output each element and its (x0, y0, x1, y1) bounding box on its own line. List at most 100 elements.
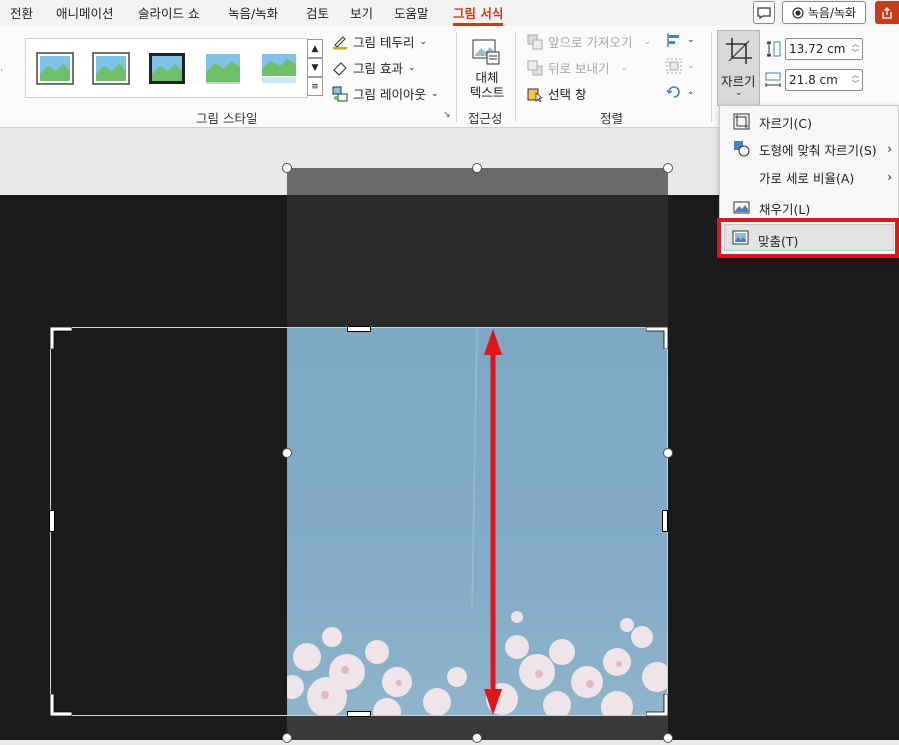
crop-icon (733, 113, 750, 130)
annotation-highlight-box (717, 218, 899, 258)
resize-handle-top-right[interactable] (663, 163, 673, 173)
menu-item-fill-label: 채우기(L) (759, 201, 811, 217)
picture-style-4[interactable] (204, 52, 242, 85)
crop-edge-handle-top[interactable] (347, 326, 371, 332)
crop-corner-handle-top-left[interactable] (50, 327, 72, 349)
record-icon (792, 6, 804, 19)
resize-handle-bottom-left[interactable] (282, 733, 292, 743)
tab-help[interactable]: 도움말 (394, 3, 429, 23)
menu-item-aspect-ratio[interactable]: 가로 세로 비율(A) › (721, 164, 898, 190)
pen-icon (333, 35, 347, 49)
menu-item-aspect-ratio-label: 가로 세로 비율(A) (759, 170, 855, 186)
chevron-down-icon: ⌄ (430, 88, 439, 99)
crop-corner-handle-bottom-right[interactable] (646, 694, 668, 716)
menu-item-crop[interactable]: 자르기(C) (721, 109, 898, 135)
selection-pane-button[interactable]: 선택 창 (527, 84, 586, 103)
tab-picture-format[interactable]: 그림 서식 (453, 3, 504, 26)
gallery-more[interactable]: ≡ (307, 77, 323, 96)
resize-handle-top-left[interactable] (282, 163, 292, 173)
arrange-group-label: 정렬 (600, 111, 624, 126)
tab-transitions[interactable]: 전환 (10, 3, 33, 23)
send-backward-button[interactable]: 뒤로 보내기 ⌄ (527, 58, 628, 77)
group-objects-button[interactable]: ⌄ (666, 58, 695, 74)
picture-layout-label: 그림 레이아웃 (353, 87, 426, 102)
accessibility-group-label: 접근성 (468, 111, 503, 126)
comment-button[interactable] (753, 1, 775, 24)
send-backward-label: 뒤로 보내기 (548, 61, 610, 76)
chevron-down-icon: ⌄ (687, 35, 695, 45)
picture-style-2[interactable] (92, 52, 130, 85)
share-button[interactable] (875, 1, 899, 24)
chevron-down-icon: ⌄ (687, 87, 695, 97)
menu-item-crop-label: 자르기(C) (759, 115, 812, 131)
height-spinner[interactable]: ︿ ﹀ (852, 40, 859, 58)
width-icon (765, 72, 781, 87)
tab-recording[interactable]: 녹음/녹화 (228, 3, 278, 23)
height-field[interactable]: 13.72 cm ︿ ﹀ (785, 38, 863, 60)
align-icon (667, 33, 679, 47)
alt-text-button[interactable]: 대체 텍스트 (462, 34, 512, 104)
effects-icon (333, 61, 347, 76)
bring-forward-button[interactable]: 앞으로 가져오기 ⌄ (527, 32, 651, 51)
chevron-down-icon: ⌄ (419, 36, 428, 47)
crop-edge-handle-left[interactable] (49, 510, 55, 532)
selection-pane-label: 선택 창 (548, 87, 587, 102)
dialog-launcher-icon[interactable]: ↘ (443, 110, 451, 120)
resize-handle-bottom[interactable] (472, 733, 482, 743)
group-separator (711, 32, 712, 122)
crop-edge-handle-bottom[interactable] (347, 711, 371, 717)
menu-item-crop-to-shape[interactable]: 도형에 맞춰 자르기(S) › (721, 136, 898, 162)
chevron-down-icon: ⌄ (620, 62, 629, 73)
gallery-scroll-down[interactable]: ▼ (307, 58, 323, 77)
rotate-button[interactable]: ⌄ (666, 84, 695, 100)
ribbon-left-scroll[interactable]: · (0, 66, 6, 86)
resize-handle-right[interactable] (663, 448, 673, 458)
app-window: { "tabs": [ {"label": "전환"}, {"label": "… (0, 0, 899, 745)
width-field[interactable]: 21.8 cm ︿ ﹀ (785, 69, 863, 91)
crop-corner-handle-bottom-left[interactable] (50, 694, 72, 716)
crop-icon (726, 38, 752, 64)
chevron-down-icon: ⌄ (687, 61, 695, 71)
picture-layout-button[interactable]: 그림 레이아웃 ⌄ (332, 84, 439, 103)
share-icon (882, 6, 892, 19)
tab-slideshow[interactable]: 슬라이드 쇼 (138, 3, 199, 23)
group-separator (456, 32, 457, 122)
crop-to-shape-icon (734, 141, 750, 157)
bring-forward-icon (527, 34, 543, 49)
tab-review[interactable]: 검토 (306, 3, 329, 23)
record-button[interactable]: 녹음/녹화 (782, 1, 866, 24)
group-separator (515, 32, 516, 122)
resize-handle-left[interactable] (282, 448, 292, 458)
rotate-icon (666, 86, 680, 98)
annotation-arrow (484, 329, 502, 715)
crop-corner-handle-top-right[interactable] (646, 327, 668, 349)
crop-button[interactable]: 자르기 ⌄ (717, 30, 760, 106)
crop-frame (50, 327, 668, 716)
tab-view[interactable]: 보기 (350, 3, 373, 23)
tab-animations[interactable]: 애니메이션 (56, 3, 114, 23)
resize-handle-bottom-right[interactable] (663, 733, 673, 743)
ribbon-tab-bar: 전환 애니메이션 슬라이드 쇼 녹음/녹화 검토 보기 도움말 그림 서식 녹음… (0, 0, 899, 26)
picture-style-1[interactable] (36, 52, 74, 85)
resize-handle-top[interactable] (472, 163, 482, 173)
height-icon (766, 41, 781, 57)
gallery-scroll-up[interactable]: ▲ (307, 39, 323, 58)
picture-style-3[interactable] (148, 52, 186, 85)
alt-text-label-line1: 대체 (475, 70, 499, 85)
picture-effects-button[interactable]: 그림 효과 ⌄ (332, 58, 416, 77)
chevron-down-icon: ⌄ (407, 62, 416, 73)
group-icon (666, 58, 682, 74)
alt-text-label-line2: 텍스트 (469, 85, 505, 100)
layout-icon (332, 86, 348, 101)
picture-border-button[interactable]: 그림 테두리 ⌄ (332, 32, 427, 51)
menu-item-crop-to-shape-label: 도형에 맞춰 자르기(S) (759, 142, 877, 158)
picture-style-5[interactable] (260, 52, 298, 85)
height-value: 13.72 cm (789, 42, 846, 56)
crop-edge-handle-right[interactable] (662, 510, 668, 532)
submenu-arrow-icon: › (887, 142, 892, 156)
align-button[interactable]: ⌄ (666, 32, 695, 48)
width-spinner[interactable]: ︿ ﹀ (852, 71, 859, 89)
alt-text-icon (472, 39, 500, 65)
cropped-area-top-on-slide (287, 195, 668, 327)
picture-effects-label: 그림 효과 (353, 61, 403, 76)
